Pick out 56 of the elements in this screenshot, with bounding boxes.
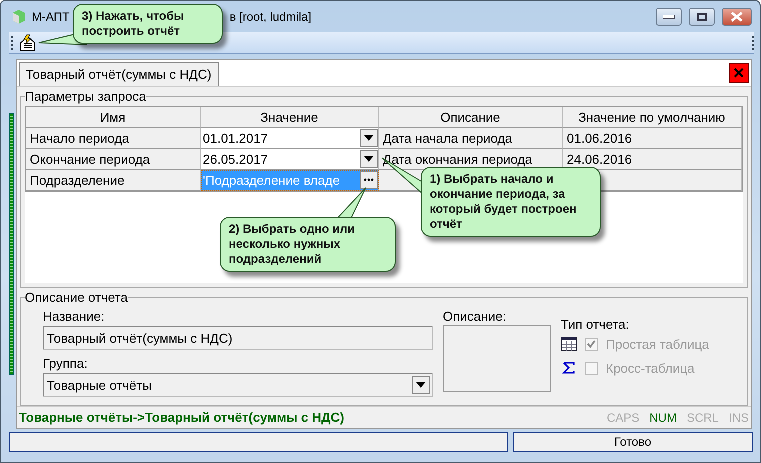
- name-label: Название:: [43, 309, 106, 324]
- dropdown-arrow-icon: [364, 156, 374, 162]
- description-field[interactable]: [443, 325, 551, 392]
- report-type-label: Тип отчета:: [561, 317, 630, 332]
- key-indicator: INS: [728, 410, 749, 424]
- report-tab[interactable]: Товарный отчёт(суммы с НДС): [19, 62, 219, 86]
- column-header[interactable]: Описание: [379, 107, 563, 128]
- param-name-cell: Окончание периода: [26, 149, 201, 170]
- key-indicator: CAPS: [606, 410, 640, 424]
- sigma-icon: [561, 361, 577, 375]
- window-title: в [root, ludmila]: [230, 10, 312, 24]
- close-tab-button[interactable]: [729, 63, 749, 83]
- window-title: М-АПТ: [32, 10, 70, 24]
- minimize-icon: [663, 14, 675, 18]
- description-label: Описание:: [443, 309, 508, 324]
- checkbox[interactable]: [585, 338, 598, 350]
- build-report-icon[interactable]: [19, 34, 37, 52]
- param-name-cell: Подразделение: [26, 170, 201, 191]
- column-header[interactable]: Значение по умолчанию: [563, 107, 742, 128]
- maximize-icon: [697, 12, 707, 20]
- close-icon: [731, 12, 743, 22]
- maximize-button[interactable]: [689, 8, 715, 26]
- dropdown-arrow-icon: [364, 135, 374, 141]
- key-indicator: NUM: [650, 410, 677, 424]
- browse-button[interactable]: [360, 171, 378, 189]
- name-field[interactable]: Товарный отчёт(суммы с НДС): [43, 326, 433, 350]
- column-header[interactable]: Значение: [201, 107, 379, 128]
- splitter-bar[interactable]: [9, 113, 14, 375]
- param-name-cell: Начало периода: [26, 128, 201, 149]
- close-button[interactable]: [722, 8, 752, 26]
- group-dropdown[interactable]: Товарные отчёты: [43, 373, 433, 397]
- param-value-cell[interactable]: 01.01.2017: [201, 128, 379, 149]
- status-text: Готово: [513, 432, 753, 452]
- table-icon: [561, 337, 577, 351]
- group-label: Группа:: [43, 356, 89, 371]
- callout-note: 3) Нажать, чтобы построить отчёт: [73, 4, 223, 44]
- close-icon: [734, 68, 744, 78]
- dropdown-arrow-icon: [416, 382, 426, 388]
- checkbox-label: Кросс-таблица: [606, 360, 695, 376]
- key-indicator: SCRL: [686, 410, 719, 424]
- column-header[interactable]: Имя: [26, 107, 201, 128]
- group-title: Параметры запроса: [25, 89, 146, 104]
- group-title: Описание отчета: [25, 290, 128, 305]
- dropdown-button[interactable]: [360, 150, 378, 168]
- app-cube-icon: [11, 8, 27, 24]
- param-default-cell: 24.06.2016: [563, 149, 742, 170]
- callout-note: 1) Выбрать начало и окончание периода, за который будет построен отчёт: [421, 167, 601, 237]
- checkbox-label: Простая таблица: [606, 336, 710, 352]
- param-description-cell: Дата начала периода: [379, 128, 563, 149]
- ellipsis-icon: [364, 178, 374, 182]
- report-path: Товарные отчёты->Товарный отчёт(суммы с НДС): [19, 410, 346, 425]
- minimize-button[interactable]: [656, 8, 682, 26]
- dropdown-button[interactable]: [360, 129, 378, 147]
- param-default-cell: 01.06.2016: [563, 128, 742, 149]
- param-value-cell[interactable]: 26.05.2017: [201, 149, 379, 170]
- checkbox[interactable]: [585, 362, 598, 374]
